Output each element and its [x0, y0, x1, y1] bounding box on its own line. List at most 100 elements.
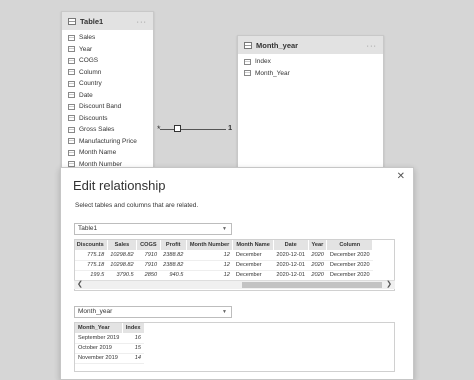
field-item[interactable]: Month Name: [62, 147, 153, 159]
table-cell: 775.18: [75, 250, 108, 261]
scroll-left-icon[interactable]: ❮: [77, 280, 83, 288]
field-item[interactable]: COGS: [62, 55, 153, 67]
table-cell: 7910: [136, 250, 161, 261]
field-label: Discount Band: [79, 103, 122, 111]
field-label: Date: [79, 91, 93, 99]
field-label: Manufacturing Price: [79, 137, 137, 145]
column-header[interactable]: Month_Year: [75, 323, 123, 333]
table-cell: 12: [186, 250, 233, 261]
table-cell: 15: [122, 343, 144, 354]
field-item[interactable]: Month_Year: [238, 68, 383, 80]
relationship-line[interactable]: [160, 129, 226, 130]
table-cell: September 2019: [75, 333, 123, 344]
more-options-icon[interactable]: ···: [367, 41, 378, 50]
dialog-title: Edit relationship: [73, 178, 166, 193]
field-label: Country: [79, 80, 102, 88]
table-cell: 14: [122, 353, 144, 364]
field-item[interactable]: Year: [62, 44, 153, 56]
table-row: 24775.1810298.8279102388.8212December202…: [75, 260, 373, 271]
table-cell: 2020-12-01: [273, 260, 308, 271]
field-icon: [68, 69, 75, 76]
field-item[interactable]: Discount Band: [62, 101, 153, 113]
more-options-icon[interactable]: ···: [137, 17, 148, 26]
table-cell: 2020: [308, 250, 327, 261]
table-cell: 940.5: [160, 270, 187, 281]
relationship-direction-icon[interactable]: [174, 125, 181, 132]
field-item[interactable]: Country: [62, 78, 153, 90]
field-icon: [68, 149, 75, 156]
table-cell: November 2019: [75, 353, 123, 364]
table-cell: December 2020: [326, 260, 373, 271]
field-label: Discounts: [79, 114, 108, 122]
field-icon: [68, 92, 75, 99]
table-cell: 2850: [136, 270, 161, 281]
field-icon: [68, 103, 75, 110]
table-row: September 2019 16: [75, 333, 144, 344]
chevron-down-icon: ▼: [222, 226, 227, 232]
field-item[interactable]: Date: [62, 90, 153, 102]
field-label: Gross Sales: [79, 126, 115, 134]
field-icon: [68, 115, 75, 122]
column-header[interactable]: Month Name: [232, 240, 274, 250]
table-cell: 775.18: [75, 260, 108, 271]
month-year-card[interactable]: Month_year ··· Index Month_Year: [237, 35, 384, 170]
scrollbar-thumb[interactable]: [242, 282, 382, 288]
table-row: October 2019 15: [75, 343, 144, 354]
table1-field-list: Sales Year COGS Column Country Date Discount B…: [62, 30, 153, 172]
table-icon: [244, 41, 252, 49]
first-table-dropdown[interactable]: Table1 ▼: [74, 223, 232, 235]
month-year-title: Month_year: [256, 40, 299, 50]
table-cell: December 2020: [326, 270, 373, 281]
field-item[interactable]: Gross Sales: [62, 124, 153, 136]
column-header[interactable]: Discounts: [75, 240, 108, 250]
field-icon: [68, 46, 75, 53]
field-label: Index: [255, 58, 271, 66]
second-table-dropdown-value: Month_year: [78, 308, 113, 315]
field-item[interactable]: Manufacturing Price: [62, 136, 153, 148]
field-item[interactable]: Column: [62, 67, 153, 79]
column-header[interactable]: Sales: [107, 240, 138, 250]
table-cell: 2020-12-01: [273, 250, 308, 261]
horizontal-scrollbar[interactable]: ❮ ❯: [74, 280, 395, 289]
field-icon: [244, 70, 251, 77]
column-header[interactable]: Year: [308, 240, 328, 250]
edit-relationship-dialog: Edit relationship ✕ Select tables and co…: [60, 167, 414, 380]
table1-card[interactable]: Table1 ··· Sales Year COGS Column Country Dat…: [61, 11, 154, 171]
column-header[interactable]: Column: [326, 240, 374, 250]
table-cell: 2388.82: [160, 260, 187, 271]
table-cell: 2020: [308, 260, 327, 271]
field-item[interactable]: Sales: [62, 32, 153, 44]
field-label: Month_Year: [255, 69, 290, 77]
column-header[interactable]: Month Number: [186, 240, 234, 250]
first-table-dropdown-value: Table1: [78, 225, 98, 232]
table-cell: December 2020: [326, 250, 373, 261]
field-icon: [68, 138, 75, 145]
table-cell: 16: [122, 333, 144, 344]
table-row: 00199.53790.52850940.512December2020-12-…: [75, 270, 373, 281]
table-cell: 10298.82: [107, 260, 137, 271]
table-icon: [68, 17, 76, 25]
field-label: Sales: [79, 34, 96, 42]
field-item[interactable]: Discounts: [62, 113, 153, 125]
month-year-header[interactable]: Month_year ···: [238, 36, 383, 54]
table-cell: 3790.5: [107, 270, 137, 281]
table-row: November 2019 14: [75, 353, 144, 364]
table-cell: 2020: [308, 270, 327, 281]
table-cell: 199.5: [75, 270, 108, 281]
close-icon[interactable]: ✕: [397, 171, 405, 182]
table1-header[interactable]: Table1 ···: [62, 12, 153, 30]
dialog-description: Select tables and columns that are relat…: [75, 202, 199, 209]
scroll-right-icon[interactable]: ❯: [386, 280, 392, 288]
second-table-preview-grid[interactable]: Month_Year Index September 2019 16 October …: [74, 322, 395, 372]
second-table-dropdown[interactable]: Month_year ▼: [74, 306, 232, 318]
chevron-down-icon: ▼: [222, 309, 227, 315]
column-header[interactable]: Date: [273, 240, 309, 250]
column-header[interactable]: Profit: [160, 240, 187, 250]
table-cell: 10298.82: [107, 250, 137, 261]
table-cell: 7910: [136, 260, 161, 271]
field-label: Column: [79, 68, 102, 76]
column-header[interactable]: COGS: [136, 240, 161, 250]
field-item[interactable]: Index: [238, 56, 383, 68]
field-label: COGS: [79, 57, 99, 65]
column-header[interactable]: Index: [122, 323, 145, 333]
